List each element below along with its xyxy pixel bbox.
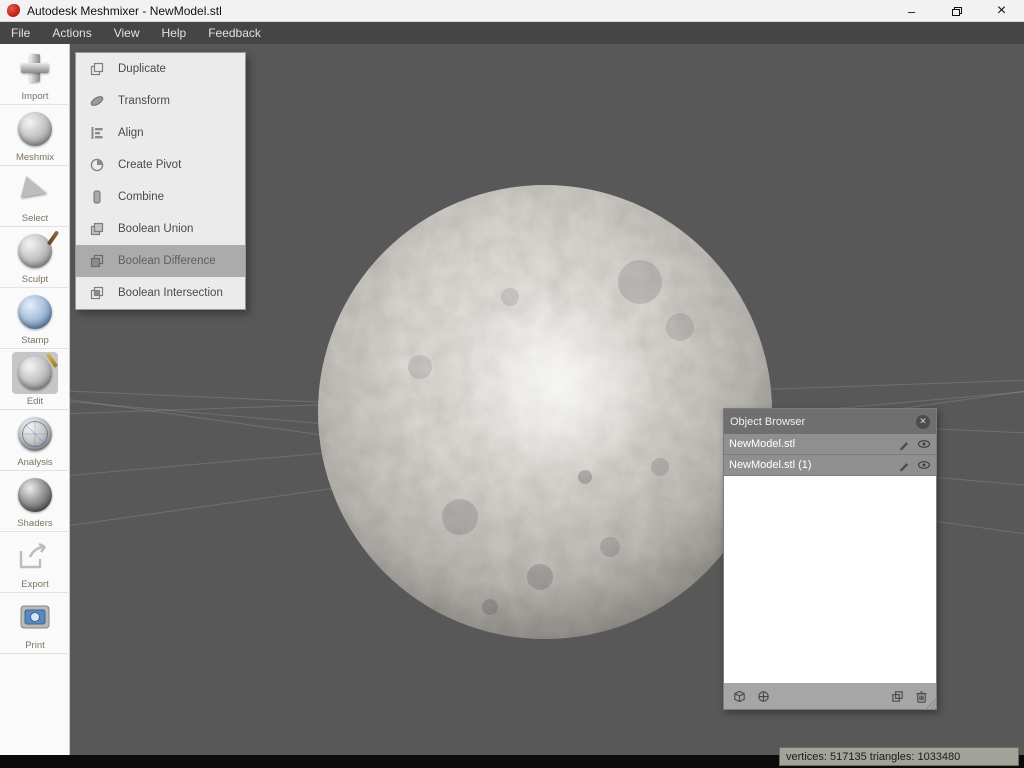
meshmixer-logo-icon — [7, 4, 20, 17]
sidebar-item-export[interactable]: Export — [0, 532, 70, 593]
shaders-icon — [18, 478, 52, 512]
vertex-triangle-count: vertices: 517135 triangles: 1033480 — [786, 751, 960, 763]
edit-object-icon[interactable] — [897, 458, 911, 472]
sidebar-item-analysis[interactable]: Analysis — [0, 410, 70, 471]
object-browser-header[interactable]: Object Browser ✕ — [724, 409, 936, 434]
object-name: NewModel.stl — [729, 438, 891, 450]
menu-bar: File Actions View Help Feedback — [0, 22, 1024, 44]
object-browser-title: Object Browser — [730, 416, 916, 428]
menu-file[interactable]: File — [0, 22, 41, 44]
sidebar-item-sculpt[interactable]: Sculpt — [0, 227, 70, 288]
sidebar-item-label: Shaders — [17, 518, 52, 529]
object-browser-panel: Object Browser ✕ NewModel.stl NewModel.s… — [723, 408, 937, 710]
menu-item-boolean-union[interactable]: Boolean Union — [76, 213, 245, 245]
meshmixer-window: Autodesk Meshmixer - NewModel.stl – × Fi… — [0, 0, 1024, 768]
resize-grip[interactable] — [923, 696, 937, 710]
select-icon — [21, 176, 50, 203]
close-panel-icon[interactable]: ✕ — [916, 415, 930, 429]
edit-icon — [18, 356, 52, 390]
tool-sidebar: Import Meshmix Select Sculpt Stamp Edit … — [0, 44, 70, 755]
object-row[interactable]: NewModel.stl — [724, 434, 936, 455]
sidebar-item-print[interactable]: Print — [0, 593, 70, 654]
menu-item-create-pivot[interactable]: Create Pivot — [76, 149, 245, 181]
sidebar-item-edit[interactable]: Edit — [0, 349, 70, 410]
restore-icon — [952, 7, 962, 16]
menu-item-align[interactable]: Align — [76, 117, 245, 149]
pivot-icon[interactable] — [755, 688, 771, 704]
sidebar-item-meshmix[interactable]: Meshmix — [0, 105, 70, 166]
create-pivot-icon — [88, 157, 105, 174]
sidebar-item-label: Import — [22, 91, 49, 102]
close-button[interactable]: × — [979, 0, 1024, 22]
duplicate-object-icon[interactable] — [889, 688, 905, 704]
status-readout: vertices: 517135 triangles: 1033480 — [779, 747, 1019, 766]
sidebar-item-shaders[interactable]: Shaders — [0, 471, 70, 532]
sculpt-icon — [18, 234, 52, 268]
edit-object-icon[interactable] — [897, 437, 911, 451]
boolean-intersection-icon — [88, 285, 105, 302]
sidebar-item-label: Stamp — [21, 335, 48, 346]
object-browser-footer — [724, 683, 936, 709]
menu-item-combine[interactable]: Combine — [76, 181, 245, 213]
title-bar: Autodesk Meshmixer - NewModel.stl – × — [0, 0, 1024, 22]
object-list: NewModel.stl NewModel.stl (1) — [724, 434, 936, 683]
menu-actions[interactable]: Actions — [41, 22, 102, 44]
sidebar-item-import[interactable]: Import — [0, 44, 70, 105]
sidebar-item-label: Edit — [27, 396, 43, 407]
meshmix-icon — [18, 112, 52, 146]
menu-item-boolean-difference[interactable]: Boolean Difference — [76, 245, 245, 277]
transform-icon — [88, 93, 105, 110]
print-icon — [19, 602, 51, 632]
minimize-button[interactable]: – — [889, 0, 934, 22]
export-icon — [18, 541, 52, 571]
sidebar-item-label: Print — [25, 640, 45, 651]
edit-menu-popup: Duplicate Transform Align Create Pivot C… — [75, 52, 246, 310]
menu-view[interactable]: View — [103, 22, 151, 44]
sidebar-item-stamp[interactable]: Stamp — [0, 288, 70, 349]
menu-feedback[interactable]: Feedback — [197, 22, 272, 44]
menu-item-boolean-intersection[interactable]: Boolean Intersection — [76, 277, 245, 309]
visibility-eye-icon[interactable] — [917, 458, 931, 472]
duplicate-icon — [88, 61, 105, 78]
analysis-icon — [18, 417, 52, 451]
sidebar-item-label: Select — [22, 213, 48, 224]
menu-item-transform[interactable]: Transform — [76, 85, 245, 117]
add-mesh-cube-icon[interactable] — [731, 688, 747, 704]
stamp-icon — [18, 295, 52, 329]
visibility-eye-icon[interactable] — [917, 437, 931, 451]
combine-icon — [88, 189, 105, 206]
menu-item-duplicate[interactable]: Duplicate — [76, 53, 245, 85]
import-icon — [19, 52, 51, 84]
sidebar-item-label: Meshmix — [16, 152, 54, 163]
sidebar-item-label: Export — [21, 579, 48, 590]
object-name: NewModel.stl (1) — [729, 459, 891, 471]
menu-help[interactable]: Help — [151, 22, 198, 44]
maximize-button[interactable] — [934, 0, 979, 22]
sidebar-item-label: Analysis — [17, 457, 52, 468]
window-title: Autodesk Meshmixer - NewModel.stl — [27, 4, 222, 18]
object-row[interactable]: NewModel.stl (1) — [724, 455, 936, 476]
align-icon — [88, 125, 105, 142]
moon-model — [310, 177, 780, 647]
sidebar-item-select[interactable]: Select — [0, 166, 70, 227]
boolean-union-icon — [88, 221, 105, 238]
boolean-difference-icon — [88, 253, 105, 270]
sidebar-item-label: Sculpt — [22, 274, 48, 285]
